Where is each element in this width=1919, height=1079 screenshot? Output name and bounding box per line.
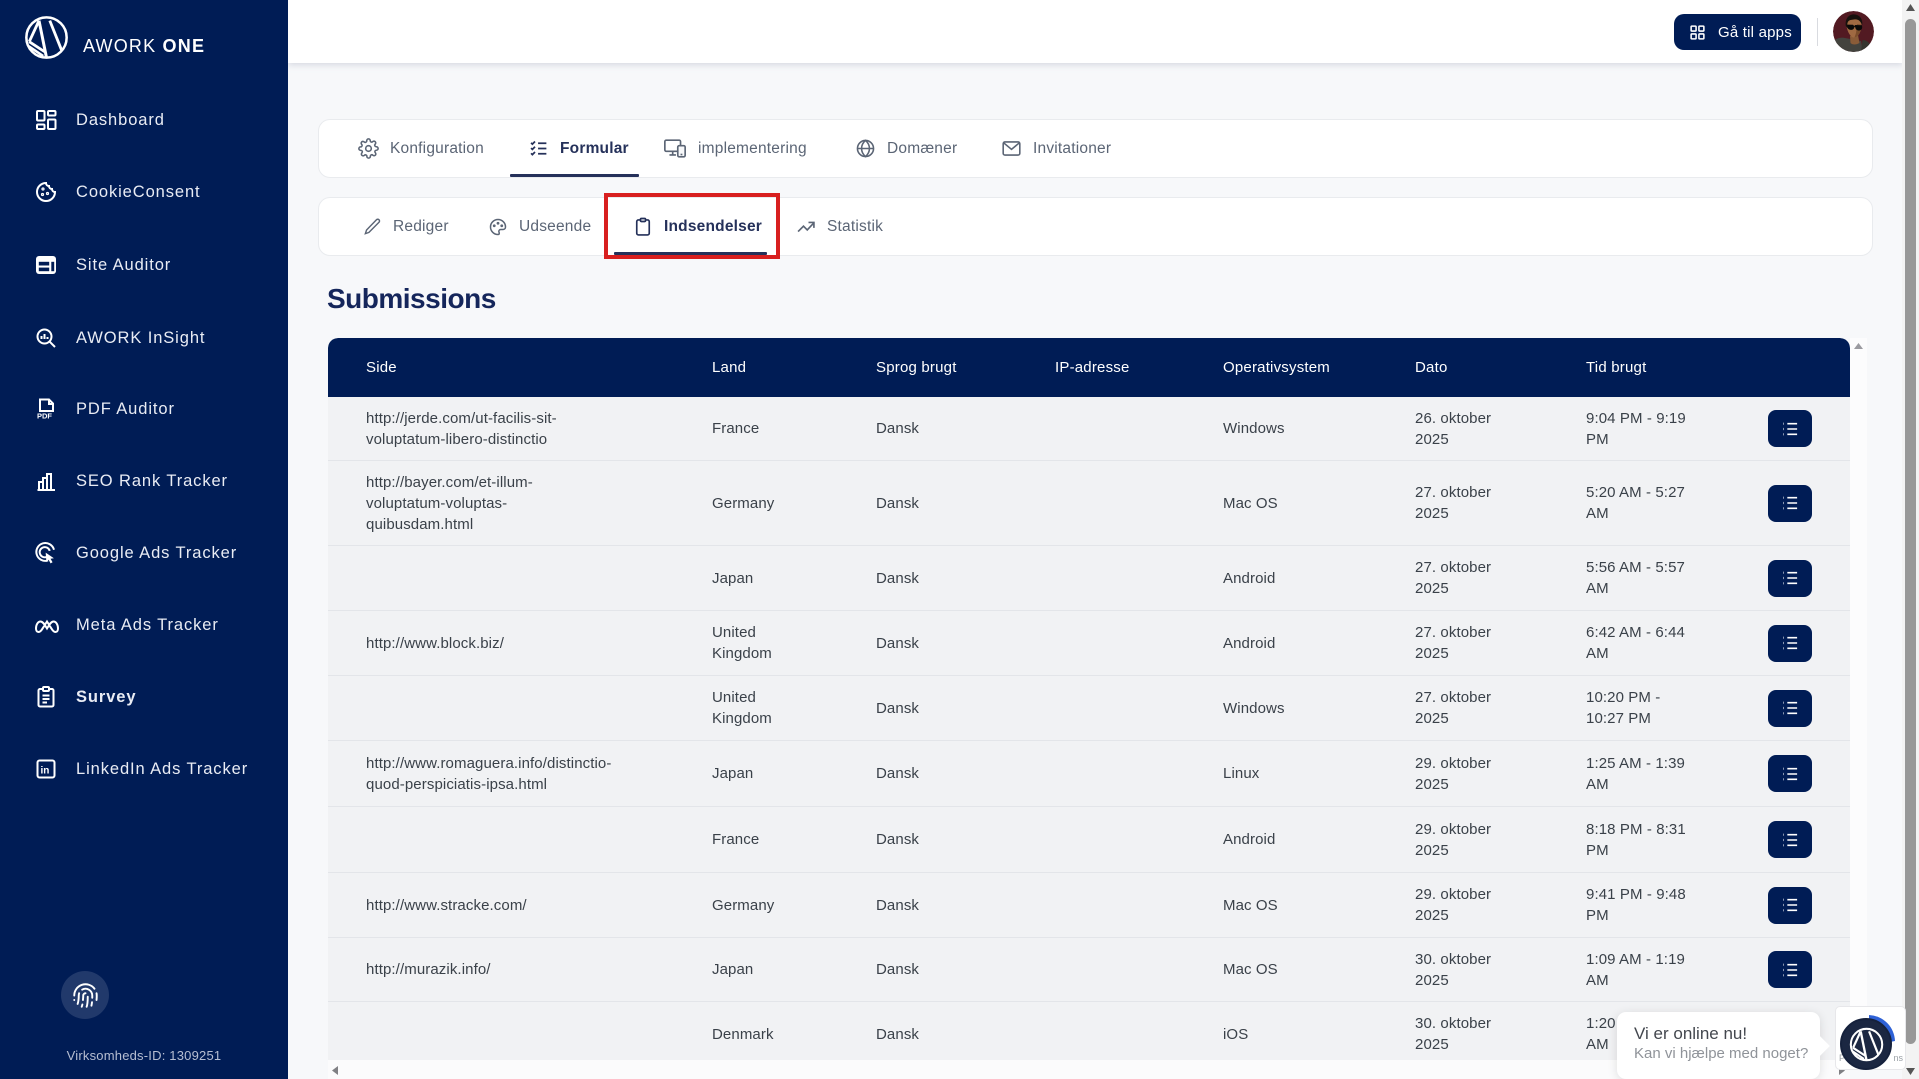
svg-text:PDF: PDF	[37, 412, 52, 421]
svg-text:in: in	[41, 766, 50, 777]
